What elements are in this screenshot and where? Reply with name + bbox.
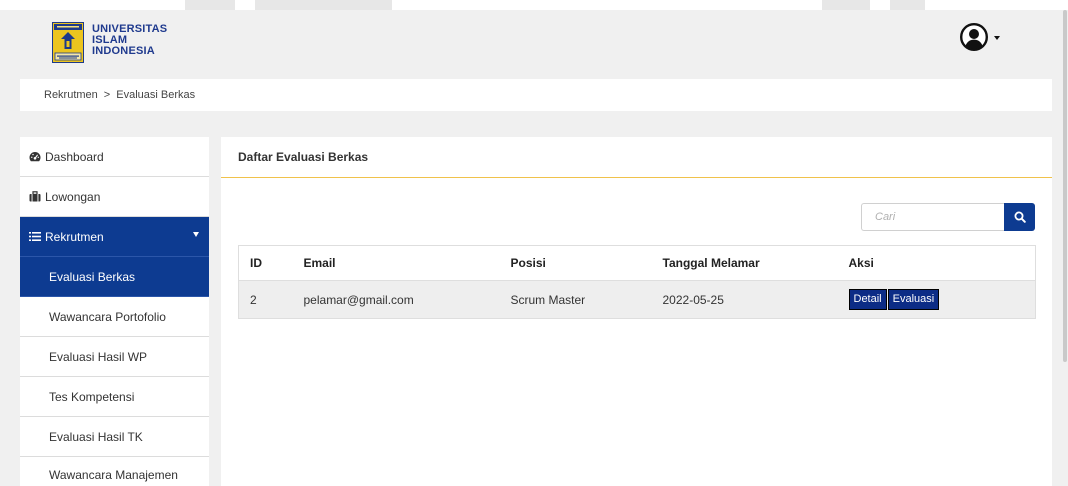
sidebar-item-label: Wawancara Manajemen [49, 468, 178, 482]
list-icon [29, 231, 41, 242]
top-strip [0, 0, 1068, 10]
top-navbar: UNIVERSITAS ISLAM INDONESIA [0, 10, 1060, 76]
sidebar-subitem-tes-kompetensi[interactable]: Tes Kompetensi [20, 377, 209, 417]
sidebar-item-label: Evaluasi Hasil WP [49, 349, 148, 364]
table-row: 2 pelamar@gmail.com Scrum Master 2022-05… [238, 280, 1036, 319]
briefcase-icon [29, 191, 41, 202]
user-circle-icon[interactable] [960, 23, 988, 51]
sidebar-item-label: Wawancara Portofolio [49, 309, 166, 324]
cell-id: 2 [238, 280, 293, 319]
sidebar-subitem-evaluasi-hasil-tk[interactable]: Evaluasi Hasil TK [20, 417, 209, 457]
column-header-email: Email [292, 245, 500, 281]
evaluasi-button[interactable]: Evaluasi [887, 289, 940, 310]
sidebar-item-label: Lowongan [45, 189, 101, 204]
search-icon [1014, 211, 1026, 223]
sidebar-item-label: Dashboard [45, 149, 104, 164]
cell-posisi: Scrum Master [499, 280, 652, 319]
scrollbar-thumb[interactable] [1063, 10, 1067, 362]
top-overlay-shape [255, 0, 392, 10]
breadcrumb-separator: > [103, 89, 111, 101]
cell-tanggal-melamar: 2022-05-25 [651, 280, 838, 319]
sidebar-item-lowongan[interactable]: Lowongan [20, 177, 209, 217]
brand-logo[interactable]: UNIVERSITAS ISLAM INDONESIA [52, 22, 167, 63]
column-header-tanggal-melamar: Tanggal Melamar [651, 245, 838, 281]
user-menu-button[interactable] [960, 23, 1000, 51]
table-header-row: ID Email Posisi Tanggal Melamar Aksi [238, 245, 1036, 281]
sidebar-item-rekrutmen[interactable]: Rekrutmen [20, 217, 209, 257]
cell-email: pelamar@gmail.com [292, 280, 500, 319]
search-button[interactable] [1004, 203, 1035, 231]
breadcrumb-item-rekrutmen[interactable]: Rekrutmen [44, 89, 98, 101]
table-body: 2 pelamar@gmail.com Scrum Master 2022-05… [238, 280, 1036, 319]
caret-down-icon[interactable] [994, 35, 1000, 40]
table-head: ID Email Posisi Tanggal Melamar Aksi [238, 245, 1036, 281]
university-crest-icon [52, 22, 84, 63]
breadcrumb: Rekrutmen > Evaluasi Berkas [20, 79, 1052, 111]
column-header-id: ID [238, 245, 293, 281]
brand-line: INDONESIA [92, 45, 155, 57]
sidebar-subitem-evaluasi-berkas[interactable]: Evaluasi Berkas [20, 257, 209, 297]
search-input[interactable] [861, 203, 1004, 231]
top-overlay-shape [822, 0, 870, 10]
sidebar-item-label: Evaluasi Berkas [49, 269, 136, 284]
sidebar: Dashboard Lowongan Rekrutmen Evaluasi Be… [20, 137, 209, 486]
page-title: Daftar Evaluasi Berkas [238, 150, 369, 164]
sidebar-item-label: Tes Kompetensi [49, 389, 135, 404]
column-header-aksi: Aksi [837, 245, 1036, 281]
sidebar-item-label: Evaluasi Hasil TK [49, 429, 143, 444]
column-header-posisi: Posisi [499, 245, 652, 281]
dashboard-icon [29, 151, 41, 162]
sidebar-item-label: Rekrutmen [45, 229, 104, 244]
breadcrumb-item-current: Evaluasi Berkas [116, 89, 196, 101]
brand-name: UNIVERSITAS ISLAM INDONESIA [92, 24, 167, 57]
sidebar-item-dashboard[interactable]: Dashboard [20, 137, 209, 177]
sidebar-subitem-wawancara-portofolio[interactable]: Wawancara Portofolio [20, 297, 209, 337]
page-scrollbar[interactable] [1062, 10, 1068, 486]
sidebar-subitem-evaluasi-hasil-wp[interactable]: Evaluasi Hasil WP [20, 337, 209, 377]
cell-aksi: Detail Evaluasi [837, 280, 1036, 319]
content-panel: Daftar Evaluasi Berkas ID Email Posisi T… [221, 137, 1052, 486]
sidebar-subitem-wawancara-manajemen[interactable]: Wawancara Manajemen [20, 457, 209, 486]
detail-button[interactable]: Detail [848, 289, 887, 310]
panel-header: Daftar Evaluasi Berkas [221, 137, 1052, 178]
top-overlay-shape [185, 0, 235, 10]
search-group [861, 203, 1035, 231]
top-overlay-shape [890, 0, 925, 10]
evaluasi-table: ID Email Posisi Tanggal Melamar Aksi 2 p… [238, 245, 1036, 319]
caret-down-icon [193, 232, 199, 237]
